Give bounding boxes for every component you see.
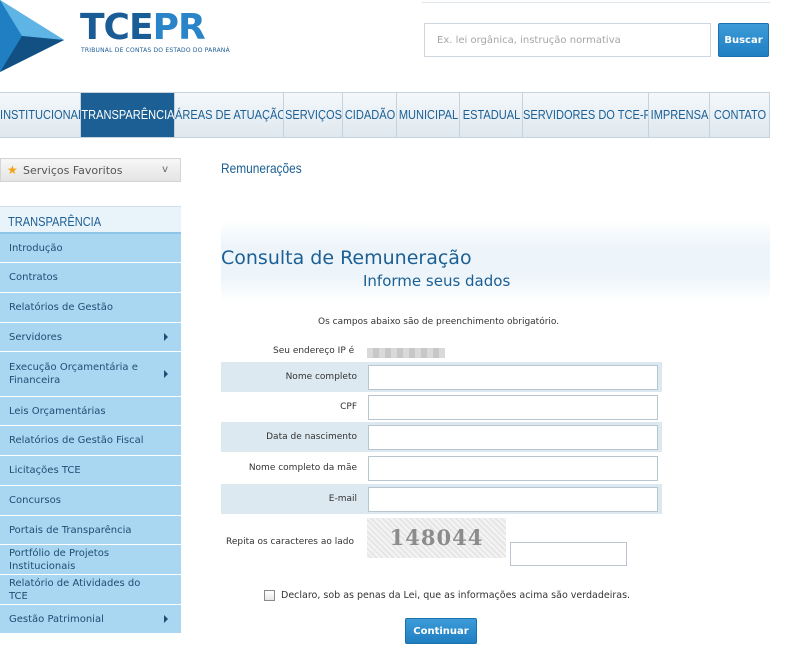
form-heading: Consulta de Remuneração: [221, 247, 472, 269]
form-row: Nome completo da mãe: [221, 453, 662, 483]
sidebar-item-label: Servidores: [9, 331, 63, 343]
sidebar-item[interactable]: Relatório de Atividades do TCE: [0, 575, 181, 605]
sidebar-menu: Introdução Contratos Relatórios de Gestão S…: [0, 234, 181, 634]
nav-item-label: SERVIDORES DO TCE-PR: [523, 107, 649, 122]
nav-item-label: ESTADUAL: [462, 107, 521, 122]
field-label: Nome completo: [285, 372, 357, 382]
nav-item-institucional[interactable]: INSTITUCIONAL: [0, 93, 81, 137]
star-icon: ★: [7, 163, 18, 177]
nav-item-transpar-ncia[interactable]: TRANSPARÊNCIA: [81, 93, 175, 137]
site-header: TCEPR TRIBUNAL DE CONTAS DO ESTADO DO PA…: [0, 0, 800, 92]
sidebar-item-label: Execução Orçamentária e Financeira: [9, 362, 138, 386]
ip-value-redacted: [367, 348, 445, 358]
nav-item-label: CIDADÃO: [344, 107, 396, 122]
nav-item-municipal[interactable]: MUNICIPAL: [397, 93, 460, 137]
form-input[interactable]: [368, 395, 658, 420]
form-input[interactable]: [368, 425, 658, 450]
sidebar-item[interactable]: Servidores: [0, 323, 181, 352]
nav-item-label: SERVIÇOS: [285, 107, 342, 122]
sidebar-item[interactable]: Introdução: [0, 234, 181, 263]
form-input[interactable]: [368, 365, 658, 390]
sidebar-item-label: Concursos: [9, 495, 61, 506]
sidebar-item[interactable]: Contratos: [0, 263, 181, 293]
form-row: E-mail: [221, 484, 662, 514]
sidebar-item-label: Leis Orçamentárias: [9, 405, 106, 417]
sidebar-item-label: Portfólio de Projetos Institucionais: [9, 547, 110, 572]
logo-subtitle: TRIBUNAL DE CONTAS DO ESTADO DO PARANÁ: [81, 47, 230, 54]
nav-item-estadual[interactable]: ESTADUAL: [460, 93, 523, 137]
sidebar-item[interactable]: Portais de Transparência: [0, 516, 181, 545]
continue-button[interactable]: Continuar: [405, 618, 477, 644]
nav-item-label: ÁREAS DE ATUAÇÃO: [175, 107, 284, 122]
declaration-text: Declaro, sob as penas da Lei, que as inf…: [281, 590, 631, 601]
search-button[interactable]: Buscar: [718, 23, 769, 57]
nav-item--reas-de-atua-o[interactable]: ÁREAS DE ATUAÇÃO: [175, 93, 284, 137]
declaration-checkbox[interactable]: [264, 590, 275, 601]
chevron-right-icon: [164, 615, 168, 623]
sidebar-item[interactable]: Concursos: [0, 486, 181, 516]
logo-wordmark[interactable]: TCEPR: [80, 8, 206, 48]
favorites-label: Serviços Favoritos: [23, 164, 123, 177]
tce-logo-icon[interactable]: [0, 0, 64, 72]
form-row: CPF: [221, 392, 662, 422]
page-title: Remunerações: [221, 160, 302, 176]
sidebar-item[interactable]: Relatórios de Gestão Fiscal: [0, 426, 181, 456]
captcha-image: 148044: [367, 518, 506, 558]
sidebar-item-label: Relatórios de Gestão Fiscal: [9, 435, 144, 446]
form-input[interactable]: [368, 487, 658, 512]
chevron-right-icon: [164, 370, 168, 378]
field-label: Data de nascimento: [266, 432, 357, 442]
nav-item-label: MUNICIPAL: [398, 107, 459, 122]
nav-item-label: INSTITUCIONAL: [0, 107, 81, 122]
nav-item-label: TRANSPARÊNCIA: [81, 107, 175, 122]
field-label: E-mail: [328, 494, 357, 504]
sidebar-item[interactable]: Gestão Patrimonial: [0, 605, 181, 634]
nav-item-servi-os[interactable]: SERVIÇOS: [284, 93, 343, 137]
nav-item-contato[interactable]: CONTATO: [710, 93, 770, 137]
search-input[interactable]: [424, 23, 711, 57]
nav-item-cidad-o[interactable]: CIDADÃO: [343, 93, 397, 137]
sidebar-item[interactable]: Relatórios de Gestão: [0, 293, 181, 323]
main-nav: INSTITUCIONAL TRANSPARÊNCIA ÁREAS DE ATUAÇ…: [0, 92, 770, 138]
ip-label: Seu endereço IP é: [273, 346, 355, 356]
sidebar-item[interactable]: Leis Orçamentárias: [0, 397, 181, 426]
sidebar-item-label: Licitações TCE: [9, 465, 81, 476]
sidebar-section-title: TRANSPARÊNCIA: [0, 206, 181, 234]
required-notice: Os campos abaixo são de preenchimento ob…: [318, 317, 560, 327]
sidebar-item-label: Relatórios de Gestão: [9, 302, 113, 313]
form-row: Data de nascimento: [221, 422, 662, 452]
sidebar-item[interactable]: Execução Orçamentária e Financeira: [0, 352, 181, 397]
nav-item-imprensa[interactable]: IMPRENSA: [649, 93, 710, 137]
sidebar-item-label: Portais de Transparência: [9, 524, 132, 536]
sidebar-item-label: Contratos: [9, 272, 58, 283]
field-label: CPF: [340, 402, 357, 412]
sidebar-item-label: Gestão Patrimonial: [9, 613, 104, 625]
header-divider: [422, 2, 770, 6]
nav-item-label: CONTATO: [713, 107, 767, 122]
nav-item-servidores-do-tce-pr[interactable]: SERVIDORES DO TCE-PR: [523, 93, 649, 137]
form-row: Nome completo: [221, 362, 662, 392]
sidebar-item[interactable]: Licitações TCE: [0, 456, 181, 486]
captcha-input[interactable]: [510, 542, 627, 566]
favorites-dropdown[interactable]: ★ Serviços Favoritos v: [0, 158, 181, 182]
sidebar-item[interactable]: Portfólio de Projetos Institucionais: [0, 545, 181, 575]
field-label: Nome completo da mãe: [248, 463, 357, 473]
form-subheading: Informe seus dados: [363, 272, 511, 290]
form-input[interactable]: [368, 456, 658, 481]
chevron-down-icon: v: [162, 164, 168, 175]
nav-item-label: IMPRENSA: [650, 107, 709, 122]
captcha-label: Repita os caracteres ao lado: [226, 537, 354, 547]
chevron-right-icon: [164, 333, 168, 341]
sidebar-item-label: Introdução: [9, 242, 63, 254]
sidebar-item-label: Relatório de Atividades do TCE: [9, 577, 141, 602]
